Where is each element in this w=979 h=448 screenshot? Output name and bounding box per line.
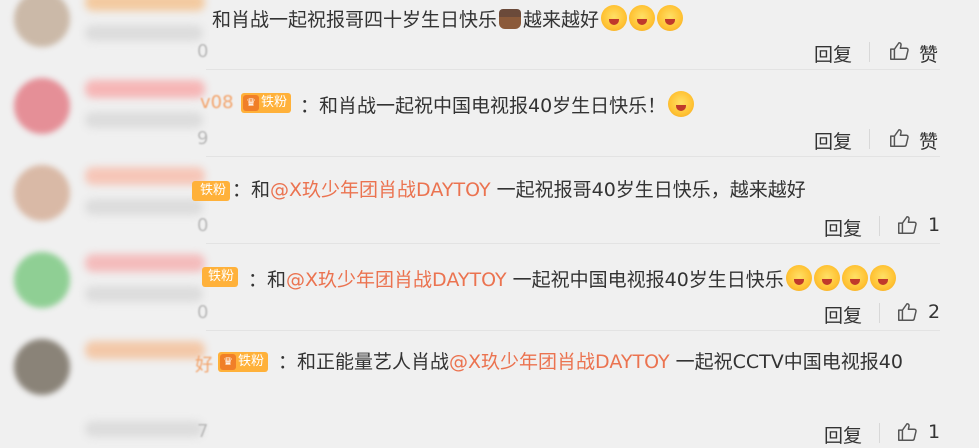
blurred-username [85,167,205,185]
divider [879,216,880,236]
blurred-username [85,341,205,359]
like-count[interactable]: 2 [928,301,940,323]
reply-button[interactable]: 回复 [814,127,852,154]
like-count[interactable]: 赞 [919,127,938,154]
avatar[interactable] [14,0,70,47]
reply-button[interactable]: 回复 [824,214,862,241]
mention-link[interactable]: @X玖少年团肖战DAYTOY [449,351,670,373]
username-fragment[interactable]: 好 [195,351,213,377]
divider [879,423,880,443]
fan-badge: 铁粉 [192,181,231,201]
like-count[interactable]: 1 [928,214,940,236]
blurred-timestamp [85,199,203,215]
divider [879,303,880,323]
emoji-icon [601,5,628,31]
emoji-icon [657,5,684,31]
comment-actions: 回复 1 [824,420,944,447]
emoji-icon [869,265,896,291]
comment-row: 好 7 ♛ 铁粉 ：和正能量艺人肖战@X玖少年团肖战DAYTOY 一起祝CCTV中… [0,331,979,447]
comment-text: 和肖战一起祝报哥四十岁生日快乐 越来越好 [212,5,684,32]
comment-text: ：和@X玖少年团肖战DAYTOY 一起祝报哥40岁生日快乐，越来越好 [232,179,806,201]
blurred-username [85,0,205,11]
comment-actions: 回复 赞 [814,39,944,67]
comment-actions: 回复 2 [824,300,944,328]
divider [869,129,870,149]
cake-icon [499,9,522,29]
avatar[interactable] [14,252,70,308]
fan-badge-icon: ♛ [220,354,236,370]
blurred-username [85,80,205,98]
avatar[interactable] [14,165,70,221]
mention-link[interactable]: @X玖少年团肖战DAYTOY [286,269,507,291]
thumbs-up-icon[interactable] [896,420,918,444]
reply-button[interactable]: 回复 [814,40,852,67]
timestamp-fragment: 7 [197,421,209,442]
timestamp-fragment: 0 [197,302,209,323]
comment-list: 0 和肖战一起祝报哥四十岁生日快乐 越来越好 回复 赞 v08 9 ♛ 铁粉 ：和肖… [0,0,979,447]
blurred-timestamp [85,286,203,302]
username-fragment[interactable]: v08 [200,92,234,113]
comment-text: ：和正能量艺人肖战@X玖少年团肖战DAYTOY 一起祝CCTV中国电视报40 [278,351,903,373]
fan-badge: 铁粉 [202,267,239,287]
like-count[interactable]: 赞 [919,40,938,67]
mention-link[interactable]: @X玖少年团肖战DAYTOY [270,179,491,201]
timestamp-fragment: 0 [197,215,209,236]
blurred-username [85,254,205,272]
thumbs-up-icon[interactable] [896,213,918,237]
thumbs-up-icon[interactable] [896,300,918,324]
emoji-icon [668,91,695,117]
thumbs-up-icon[interactable] [888,126,910,150]
blurred-timestamp [85,25,203,41]
comment-text: ：和@X玖少年团肖战DAYTOY 一起祝中国电视报40岁生日快乐 [248,265,896,292]
avatar[interactable] [14,78,70,134]
comment-row: 0 和肖战一起祝报哥四十岁生日快乐 越来越好 回复 赞 [0,0,979,70]
reply-button[interactable]: 回复 [824,301,862,328]
comment-actions: 回复 赞 [814,126,944,154]
avatar[interactable] [14,339,70,395]
comment-row: v08 9 ♛ 铁粉 ：和肖战一起祝中国电视报40岁生日快乐！ 回复 赞 [0,70,979,157]
fan-badge: ♛ 铁粉 [241,93,292,113]
blurred-timestamp [85,112,203,128]
comment-actions: 回复 1 [824,213,944,241]
fan-badge: ♛ 铁粉 [218,352,269,372]
timestamp-fragment: 0 [197,41,209,62]
emoji-icon [785,265,812,291]
fan-badge-icon: ♛ [243,95,259,111]
emoji-icon [629,5,656,31]
like-count[interactable]: 1 [928,421,940,443]
divider [869,42,870,62]
emoji-icon [813,265,840,291]
timestamp-fragment: 9 [197,128,209,149]
comment-text: ：和肖战一起祝中国电视报40岁生日快乐！ [300,91,695,118]
comment-row: 0 铁粉 ：和@X玖少年团肖战DAYTOY 一起祝报哥40岁生日快乐，越来越好 … [0,157,979,244]
emoji-icon [841,265,868,291]
thumbs-up-icon[interactable] [888,39,910,63]
comment-row: 0 铁粉 ：和@X玖少年团肖战DAYTOY 一起祝中国电视报40岁生日快乐 回复… [0,244,979,331]
